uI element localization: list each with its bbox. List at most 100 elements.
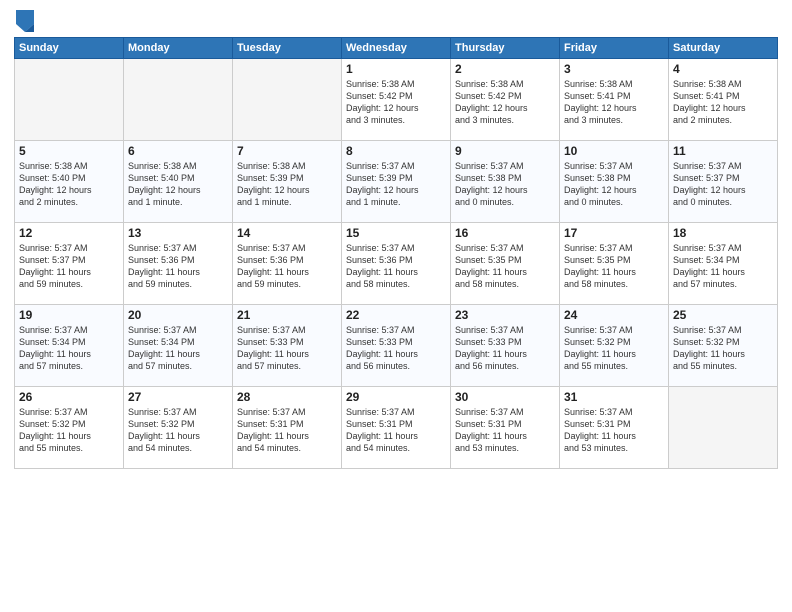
day-number: 21 [237,308,337,322]
logo-icon [16,10,34,32]
calendar-cell: 15 Sunrise: 5:37 AM Sunset: 5:36 PM Dayli… [342,223,451,305]
day-info: Sunrise: 5:37 AM Sunset: 5:37 PM Dayligh… [19,242,119,291]
weekday-header: Monday [124,38,233,59]
calendar-cell: 29 Sunrise: 5:37 AM Sunset: 5:31 PM Dayli… [342,387,451,469]
day-info: Sunrise: 5:37 AM Sunset: 5:34 PM Dayligh… [19,324,119,373]
day-number: 22 [346,308,446,322]
header [14,10,778,32]
day-number: 1 [346,62,446,76]
calendar-week-row: 12 Sunrise: 5:37 AM Sunset: 5:37 PM Dayli… [15,223,778,305]
calendar-cell: 25Sunrise: 5:37 AM Sunset: 5:32 PM Dayli… [669,305,778,387]
day-number: 11 [673,144,773,158]
day-number: 20 [128,308,228,322]
calendar-cell: 8 Sunrise: 5:37 AM Sunset: 5:39 PM Daylig… [342,141,451,223]
day-number: 2 [455,62,555,76]
day-number: 30 [455,390,555,404]
calendar-cell: 30 Sunrise: 5:37 AM Sunset: 5:31 PM Dayli… [451,387,560,469]
calendar-cell: 28 Sunrise: 5:37 AM Sunset: 5:31 PM Dayli… [233,387,342,469]
calendar-week-row: 1 Sunrise: 5:38 AM Sunset: 5:42 PM Daylig… [15,59,778,141]
calendar-week-row: 5 Sunrise: 5:38 AM Sunset: 5:40 PM Daylig… [15,141,778,223]
calendar-week-row: 19 Sunrise: 5:37 AM Sunset: 5:34 PM Dayli… [15,305,778,387]
day-number: 24 [564,308,664,322]
day-info: Sunrise: 5:38 AM Sunset: 5:42 PM Dayligh… [346,78,446,127]
calendar-cell: 20 Sunrise: 5:37 AM Sunset: 5:34 PM Dayli… [124,305,233,387]
day-info: Sunrise: 5:37 AM Sunset: 5:35 PM Dayligh… [564,242,664,291]
calendar-cell: 11 Sunrise: 5:37 AM Sunset: 5:37 PM Dayli… [669,141,778,223]
calendar-cell: 13 Sunrise: 5:37 AM Sunset: 5:36 PM Dayli… [124,223,233,305]
calendar-week-row: 26 Sunrise: 5:37 AM Sunset: 5:32 PM Dayli… [15,387,778,469]
day-number: 5 [19,144,119,158]
day-info: Sunrise: 5:38 AM Sunset: 5:41 PM Dayligh… [673,78,773,127]
day-number: 27 [128,390,228,404]
day-number: 29 [346,390,446,404]
day-number: 18 [673,226,773,240]
weekday-header: Saturday [669,38,778,59]
calendar-cell: 2 Sunrise: 5:38 AM Sunset: 5:42 PM Daylig… [451,59,560,141]
calendar-cell: 12 Sunrise: 5:37 AM Sunset: 5:37 PM Dayli… [15,223,124,305]
calendar-cell: 21 Sunrise: 5:37 AM Sunset: 5:33 PM Dayli… [233,305,342,387]
day-info: Sunrise: 5:38 AM Sunset: 5:39 PM Dayligh… [237,160,337,209]
day-number: 13 [128,226,228,240]
calendar-cell: 16Sunrise: 5:37 AM Sunset: 5:35 PM Dayli… [451,223,560,305]
day-number: 8 [346,144,446,158]
day-info: Sunrise: 5:37 AM Sunset: 5:36 PM Dayligh… [346,242,446,291]
calendar-cell: 22 Sunrise: 5:37 AM Sunset: 5:33 PM Dayli… [342,305,451,387]
weekday-header: Friday [560,38,669,59]
day-info: Sunrise: 5:37 AM Sunset: 5:33 PM Dayligh… [346,324,446,373]
day-info: Sunrise: 5:38 AM Sunset: 5:40 PM Dayligh… [128,160,228,209]
calendar-cell: 5Sunrise: 5:38 AM Sunset: 5:40 PM Daylig… [15,141,124,223]
calendar-table: SundayMondayTuesdayWednesdayThursdayFrid… [14,37,778,469]
calendar-cell: 3Sunrise: 5:38 AM Sunset: 5:41 PM Daylig… [560,59,669,141]
day-number: 25 [673,308,773,322]
day-info: Sunrise: 5:37 AM Sunset: 5:31 PM Dayligh… [237,406,337,455]
weekday-header: Thursday [451,38,560,59]
day-number: 7 [237,144,337,158]
calendar-cell: 23Sunrise: 5:37 AM Sunset: 5:33 PM Dayli… [451,305,560,387]
day-number: 14 [237,226,337,240]
calendar-cell: 7 Sunrise: 5:38 AM Sunset: 5:39 PM Daylig… [233,141,342,223]
day-info: Sunrise: 5:37 AM Sunset: 5:32 PM Dayligh… [128,406,228,455]
day-info: Sunrise: 5:38 AM Sunset: 5:42 PM Dayligh… [455,78,555,127]
day-number: 12 [19,226,119,240]
calendar-cell: 9 Sunrise: 5:37 AM Sunset: 5:38 PM Daylig… [451,141,560,223]
calendar-cell: 1 Sunrise: 5:38 AM Sunset: 5:42 PM Daylig… [342,59,451,141]
calendar-cell [669,387,778,469]
day-info: Sunrise: 5:37 AM Sunset: 5:37 PM Dayligh… [673,160,773,209]
day-info: Sunrise: 5:38 AM Sunset: 5:41 PM Dayligh… [564,78,664,127]
calendar-cell: 26Sunrise: 5:37 AM Sunset: 5:32 PM Dayli… [15,387,124,469]
day-info: Sunrise: 5:37 AM Sunset: 5:38 PM Dayligh… [455,160,555,209]
day-info: Sunrise: 5:37 AM Sunset: 5:33 PM Dayligh… [237,324,337,373]
calendar-header-row: SundayMondayTuesdayWednesdayThursdayFrid… [15,38,778,59]
calendar-cell: 10Sunrise: 5:37 AM Sunset: 5:38 PM Dayli… [560,141,669,223]
day-number: 16 [455,226,555,240]
day-number: 9 [455,144,555,158]
day-info: Sunrise: 5:37 AM Sunset: 5:32 PM Dayligh… [564,324,664,373]
page: SundayMondayTuesdayWednesdayThursdayFrid… [0,0,792,612]
day-number: 19 [19,308,119,322]
day-info: Sunrise: 5:37 AM Sunset: 5:34 PM Dayligh… [128,324,228,373]
day-number: 6 [128,144,228,158]
day-info: Sunrise: 5:37 AM Sunset: 5:38 PM Dayligh… [564,160,664,209]
calendar-cell: 18 Sunrise: 5:37 AM Sunset: 5:34 PM Dayli… [669,223,778,305]
day-info: Sunrise: 5:37 AM Sunset: 5:36 PM Dayligh… [237,242,337,291]
day-info: Sunrise: 5:37 AM Sunset: 5:34 PM Dayligh… [673,242,773,291]
calendar-cell [15,59,124,141]
day-number: 17 [564,226,664,240]
logo [14,10,34,32]
day-info: Sunrise: 5:37 AM Sunset: 5:31 PM Dayligh… [346,406,446,455]
day-info: Sunrise: 5:37 AM Sunset: 5:39 PM Dayligh… [346,160,446,209]
calendar-cell [233,59,342,141]
day-info: Sunrise: 5:37 AM Sunset: 5:33 PM Dayligh… [455,324,555,373]
calendar-cell: 4Sunrise: 5:38 AM Sunset: 5:41 PM Daylig… [669,59,778,141]
day-info: Sunrise: 5:37 AM Sunset: 5:31 PM Dayligh… [455,406,555,455]
day-number: 26 [19,390,119,404]
calendar-cell: 19 Sunrise: 5:37 AM Sunset: 5:34 PM Dayli… [15,305,124,387]
calendar-cell: 14 Sunrise: 5:37 AM Sunset: 5:36 PM Dayli… [233,223,342,305]
weekday-header: Sunday [15,38,124,59]
day-info: Sunrise: 5:37 AM Sunset: 5:36 PM Dayligh… [128,242,228,291]
day-info: Sunrise: 5:37 AM Sunset: 5:31 PM Dayligh… [564,406,664,455]
weekday-header: Tuesday [233,38,342,59]
calendar-cell [124,59,233,141]
day-number: 28 [237,390,337,404]
day-number: 15 [346,226,446,240]
